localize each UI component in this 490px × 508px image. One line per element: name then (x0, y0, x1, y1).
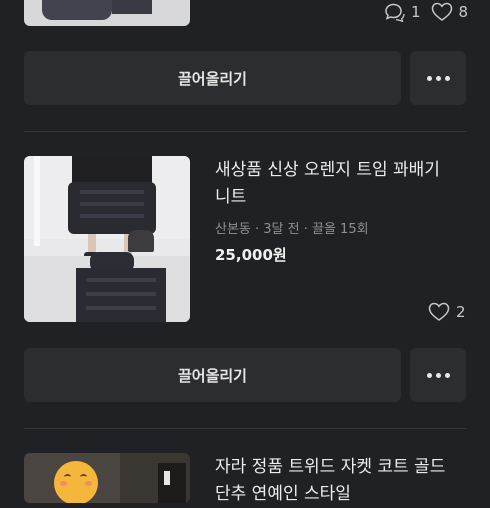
more-dot-icon (426, 75, 432, 81)
product-meta: 산본동 · 3달 전 · 끌올 15회 (215, 222, 369, 237)
more-dot-icon (435, 372, 441, 378)
smiley-sticker-icon (54, 461, 98, 503)
more-options-button[interactable] (410, 51, 466, 105)
bump-button[interactable]: 끌어올리기 (24, 348, 401, 402)
product-title-line: 자라 정품 트위드 자켓 코트 골드 (215, 457, 446, 477)
bump-button-label: 끌어올리기 (177, 69, 247, 88)
bump-button-label: 끌어올리기 (177, 366, 247, 385)
product-thumbnail[interactable] (24, 0, 190, 26)
bump-button[interactable]: 끌어올리기 (24, 51, 401, 105)
chat-icon (383, 2, 405, 22)
product-title[interactable]: 새상품 신상 오렌지 트임 꽈배기 니트 (215, 157, 465, 211)
product-title-line: 새상품 신상 오렌지 트임 꽈배기 (215, 160, 440, 180)
chat-count: 1 (411, 3, 421, 21)
product-title-line: 단추 연예인 스타일 (215, 484, 351, 504)
more-dot-icon (435, 75, 441, 81)
like-count: 2 (456, 303, 466, 321)
heart-icon (431, 2, 453, 22)
heart-icon (428, 302, 450, 322)
like-count: 8 (458, 3, 469, 21)
divider (24, 131, 466, 132)
product-title[interactable]: 자라 정품 트위드 자켓 코트 골드 단추 연예인 스타일 (215, 454, 465, 508)
product-thumbnail[interactable] (24, 156, 190, 322)
item-stats: 1 8 (383, 2, 468, 22)
product-title-line: 니트 (215, 187, 247, 207)
more-dot-icon (426, 372, 432, 378)
more-dot-icon (444, 372, 450, 378)
divider (24, 428, 466, 429)
more-dot-icon (444, 75, 450, 81)
more-options-button[interactable] (410, 348, 466, 402)
item-stats: 2 (428, 302, 466, 322)
product-thumbnail[interactable] (24, 453, 190, 503)
product-price: 25,000원 (215, 246, 287, 264)
